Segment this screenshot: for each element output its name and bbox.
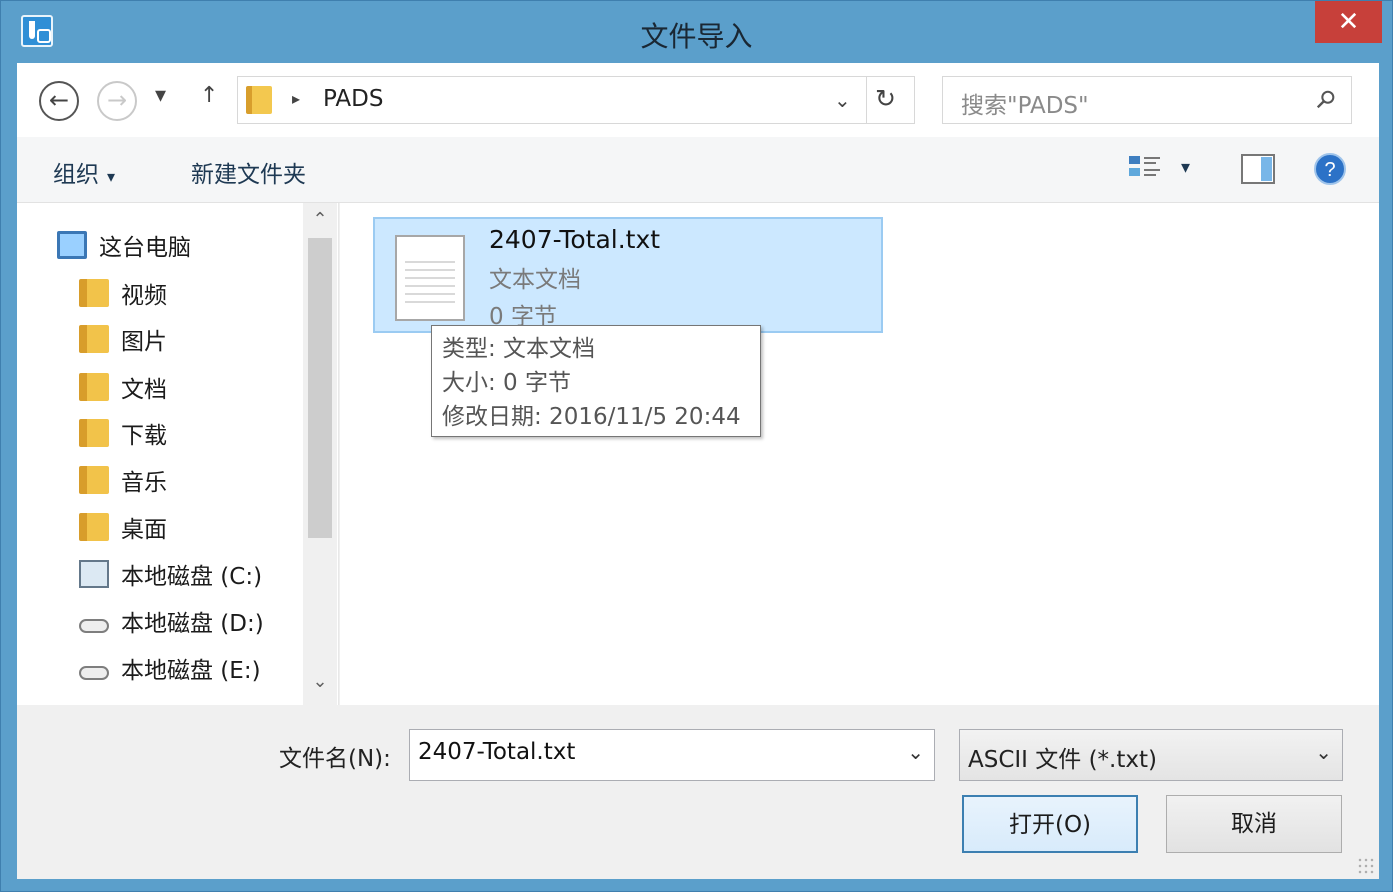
sidebar-item-videos[interactable]: 视频 [79, 273, 167, 313]
close-button[interactable]: ✕ [1315, 1, 1382, 43]
filename-label: 文件名(N): [279, 746, 391, 772]
navigation-bar: ← → ▾ ↑ ▸ PADS ⌄ ↻ 搜索"PADS" [17, 63, 1379, 137]
file-tooltip: 类型: 文本文档 大小: 0 字节 修改日期: 2016/11/5 20:44 [431, 325, 761, 437]
forward-button[interactable]: → [97, 81, 137, 121]
sidebar-item-pictures[interactable]: 图片 [79, 319, 167, 359]
sidebar-item-this-pc[interactable]: 这台电脑 [57, 225, 191, 265]
system-drive-icon [79, 560, 109, 588]
file-type: 文本文档 [489, 267, 581, 293]
window-title: 文件导入 [640, 20, 753, 53]
filename-field[interactable]: 2407-Total.txt ⌄ [409, 729, 935, 781]
tooltip-size: 大小: 0 字节 [442, 370, 572, 396]
sidebar-item-label: 桌面 [121, 517, 167, 543]
documents-folder-icon [79, 373, 109, 401]
sidebar-item-label: 视频 [121, 283, 167, 309]
scroll-thumb[interactable] [308, 238, 332, 538]
folder-icon [246, 86, 272, 114]
file-name: 2407-Total.txt [489, 225, 661, 254]
organize-menu[interactable]: 组织 ▾ [53, 155, 115, 189]
drive-icon [79, 619, 109, 633]
sidebar-item-label: 这台电脑 [99, 235, 191, 261]
dialog-client-area: ← → ▾ ↑ ▸ PADS ⌄ ↻ 搜索"PADS" 组织 ▾ 新建文件夹 ▾… [17, 63, 1379, 879]
sidebar-item-label: 下载 [121, 423, 167, 449]
navigation-pane: 这台电脑 视频 图片 文档 下载 音乐 桌面 本地磁盘 (C:) 本地磁盘 (D… [17, 203, 339, 705]
sidebar-item-label: 本地磁盘 (E:) [121, 658, 261, 684]
breadcrumb-pads[interactable]: PADS [323, 86, 383, 112]
sidebar-item-local-disk-c[interactable]: 本地磁盘 (C:) [79, 554, 262, 594]
tooltip-modified: 修改日期: 2016/11/5 20:44 [442, 404, 741, 430]
svg-text:?: ? [1324, 159, 1335, 181]
document-lines [405, 261, 455, 309]
command-bar: 组织 ▾ 新建文件夹 ▾ ? [17, 137, 1379, 203]
filename-value: 2407-Total.txt [418, 739, 576, 765]
breadcrumb-separator-icon[interactable]: ▸ [292, 89, 300, 108]
file-item[interactable]: 2407-Total.txt 文本文档 0 字节 [373, 217, 883, 333]
address-divider [866, 77, 867, 123]
downloads-folder-icon [79, 419, 109, 447]
file-type-value: ASCII 文件 (*.txt) [968, 747, 1157, 773]
change-view-icon[interactable] [1127, 152, 1165, 186]
sidebar-item-music[interactable]: 音乐 [79, 460, 167, 500]
organize-label: 组织 [53, 162, 99, 188]
sidebar-item-desktop[interactable]: 桌面 [79, 507, 167, 547]
refresh-button[interactable]: ↻ [875, 84, 896, 113]
sidebar-item-label: 本地磁盘 (D:) [121, 611, 264, 637]
pictures-folder-icon [79, 325, 109, 353]
resize-grip-icon[interactable] [1357, 857, 1375, 875]
search-placeholder: 搜索"PADS" [961, 93, 1089, 119]
address-dropdown-icon[interactable]: ⌄ [834, 88, 851, 112]
open-button[interactable]: 打开(O) [962, 795, 1138, 853]
title-bar[interactable]: 文件导入 ✕ [1, 1, 1392, 63]
view-options-caret[interactable]: ▾ [1181, 157, 1190, 178]
up-button[interactable]: ↑ [200, 83, 218, 108]
computer-icon [57, 231, 87, 259]
help-icon[interactable]: ? [1313, 152, 1347, 186]
sidebar-item-local-disk-e[interactable]: 本地磁盘 (E:) [79, 648, 261, 688]
file-import-dialog: 文件导入 ✕ ← → ▾ ↑ ▸ PADS ⌄ ↻ 搜索"PADS" 组织 ▾ … [0, 0, 1393, 892]
file-type-filter[interactable]: ASCII 文件 (*.txt) ⌄ [959, 729, 1343, 781]
address-bar[interactable]: ▸ PADS ⌄ ↻ [237, 76, 915, 124]
sidebar-item-label: 图片 [121, 329, 167, 355]
dialog-footer: 文件名(N): 2407-Total.txt ⌄ ASCII 文件 (*.txt… [17, 705, 1379, 879]
tooltip-type: 类型: 文本文档 [442, 336, 596, 362]
preview-pane-icon[interactable] [1241, 152, 1275, 186]
search-icon[interactable] [1315, 89, 1337, 111]
new-folder-button[interactable]: 新建文件夹 [191, 155, 306, 189]
sidebar-item-label: 文档 [121, 377, 167, 403]
desktop-folder-icon [79, 513, 109, 541]
sidebar-item-local-disk-d[interactable]: 本地磁盘 (D:) [79, 601, 264, 641]
sidebar-item-documents[interactable]: 文档 [79, 367, 167, 407]
navigation-scrollbar[interactable]: ⌃ ⌄ [303, 203, 337, 705]
sidebar-item-label: 音乐 [121, 470, 167, 496]
text-document-icon [395, 235, 465, 321]
sidebar-item-label: 本地磁盘 (C:) [121, 564, 263, 590]
search-input[interactable]: 搜索"PADS" [942, 76, 1352, 124]
cancel-button[interactable]: 取消 [1166, 795, 1342, 853]
recent-locations-button[interactable]: ▾ [155, 83, 166, 108]
music-folder-icon [79, 466, 109, 494]
video-folder-icon [79, 279, 109, 307]
chevron-down-icon: ⌄ [1315, 740, 1332, 764]
file-list: 2407-Total.txt 文本文档 0 字节 类型: 文本文档 大小: 0 … [340, 203, 1379, 705]
back-button[interactable]: ← [39, 81, 79, 121]
filename-dropdown-icon[interactable]: ⌄ [907, 740, 924, 764]
drive-icon [79, 666, 109, 680]
sidebar-item-downloads[interactable]: 下载 [79, 413, 167, 453]
chevron-down-icon: ▾ [107, 167, 116, 186]
scroll-up-icon[interactable]: ⌃ [303, 209, 337, 230]
scroll-down-icon[interactable]: ⌄ [303, 671, 337, 692]
